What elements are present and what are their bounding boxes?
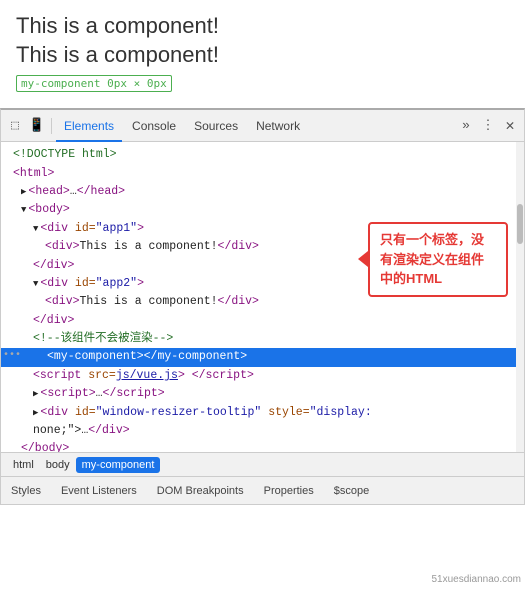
breadcrumb-body[interactable]: body: [40, 457, 76, 473]
tab-sources[interactable]: Sources: [186, 110, 246, 142]
devtools-panel: ⬚ 📱 Elements Console Sources Network » ⋮…: [0, 108, 525, 505]
callout-tooltip: 只有一个标签，没有渲染定义在组件中的HTML: [368, 222, 508, 297]
tab-scope[interactable]: $scope: [324, 477, 379, 505]
bottom-tabs: Styles Event Listeners DOM Breakpoints P…: [1, 476, 524, 504]
device-icon[interactable]: 📱: [27, 116, 47, 136]
comment-line: <!--该组件不会被渲染-->: [1, 330, 524, 348]
inspect-icon[interactable]: ⬚: [5, 116, 25, 136]
devtools-toolbar: ⬚ 📱 Elements Console Sources Network » ⋮…: [1, 110, 524, 142]
watermark: 51xuesdiannao.com: [431, 574, 521, 585]
scrollbar-thumb[interactable]: [517, 204, 523, 244]
breadcrumb-html[interactable]: html: [7, 457, 40, 473]
script-vue-line: <script src=js/vue.js> </script>: [1, 367, 524, 385]
tab-network[interactable]: Network: [248, 110, 308, 142]
breadcrumb-bar: html body my-component: [1, 452, 524, 476]
script2-line: ▶<script>…</script>: [1, 385, 524, 403]
html-open-line: <html>: [1, 165, 524, 183]
component-badge: my-component 0px × 0px: [16, 75, 172, 92]
triangle-body[interactable]: ▼: [21, 203, 26, 217]
divider: [51, 118, 52, 134]
toolbar-more: » ⋮ ✕: [456, 116, 520, 136]
elements-panel-wrapper: <!DOCTYPE html> <html> ▶<head>…</head> ▼…: [1, 142, 524, 452]
tooltip-none-line: none;">…</div>: [1, 422, 524, 440]
triangle-tooltip[interactable]: ▶: [33, 406, 38, 420]
page-title: This is a component! This is a component…: [16, 12, 509, 69]
scrollbar[interactable]: [516, 142, 524, 452]
tab-event-listeners[interactable]: Event Listeners: [51, 477, 147, 505]
vue-script-link[interactable]: js/vue.js: [116, 369, 178, 382]
tab-elements[interactable]: Elements: [56, 110, 122, 142]
menu-icon[interactable]: ⋮: [478, 116, 498, 136]
breadcrumb-my-component[interactable]: my-component: [76, 457, 161, 473]
top-area: This is a component! This is a component…: [0, 0, 525, 100]
my-component-line[interactable]: ••• <my-component></my-component>: [1, 348, 524, 366]
tab-dom-breakpoints[interactable]: DOM Breakpoints: [147, 477, 254, 505]
app2-close-line: </div>: [1, 312, 524, 330]
triangle-app1[interactable]: ▼: [33, 222, 38, 236]
html-doctype-line: <!DOCTYPE html>: [1, 146, 524, 164]
tab-console[interactable]: Console: [124, 110, 184, 142]
close-button[interactable]: ✕: [500, 116, 520, 136]
body-close-line: </body>: [1, 440, 524, 452]
more-tabs-icon[interactable]: »: [456, 116, 476, 136]
triangle-head[interactable]: ▶: [21, 185, 26, 199]
tab-styles[interactable]: Styles: [1, 477, 51, 505]
tooltip-div-line: ▶<div id="window-resizer-tooltip" style=…: [1, 404, 524, 422]
body-open-line: ▼<body>: [1, 201, 524, 219]
dots-indicator: •••: [3, 348, 21, 364]
tab-properties[interactable]: Properties: [254, 477, 324, 505]
elements-panel: <!DOCTYPE html> <html> ▶<head>…</head> ▼…: [1, 142, 524, 452]
head-line: ▶<head>…</head>: [1, 183, 524, 201]
triangle-app2[interactable]: ▼: [33, 277, 38, 291]
triangle-script2[interactable]: ▶: [33, 387, 38, 401]
